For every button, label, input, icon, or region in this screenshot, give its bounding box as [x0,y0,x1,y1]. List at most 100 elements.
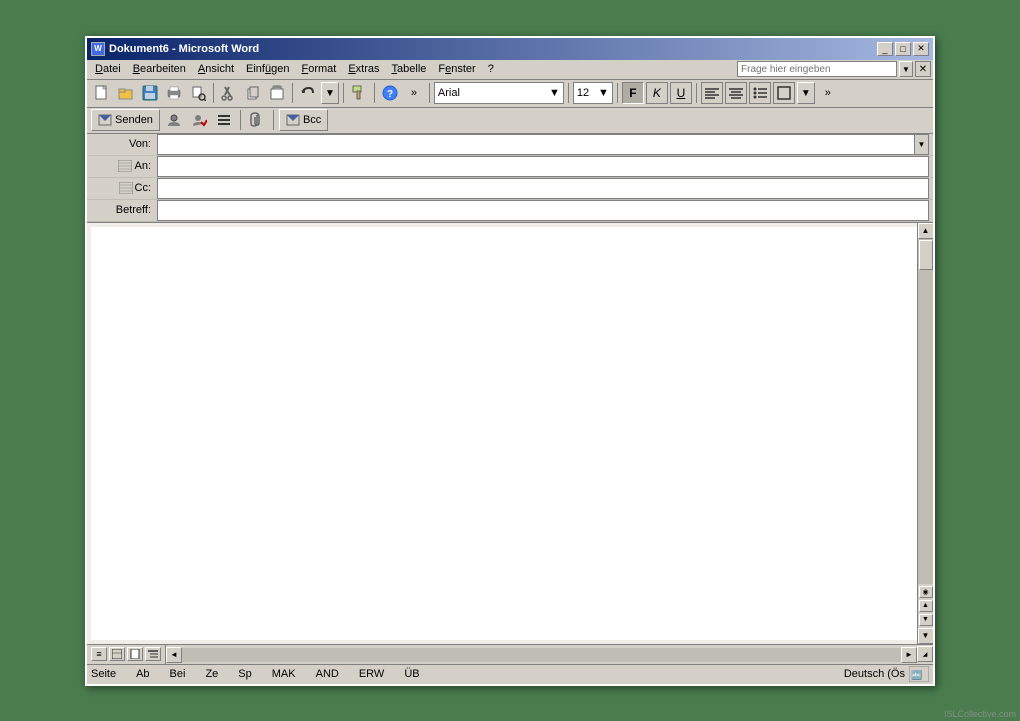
ab-label: Ab [136,668,149,680]
an-row: An: [87,156,933,178]
border-dropdown[interactable]: ▼ [797,82,815,104]
status-mak: MAK [272,668,296,680]
bcc-button[interactable]: Bcc [279,109,328,131]
von-label: Von: [87,138,157,150]
scroll-up-button[interactable]: ▲ [918,223,934,239]
web-view-button[interactable] [109,647,125,661]
menu-tabelle[interactable]: Tabelle [386,61,433,77]
open-button[interactable] [115,82,137,104]
outline-view-button[interactable] [145,647,161,661]
more-tools-button[interactable]: » [403,82,425,104]
border-button[interactable] [773,82,795,104]
view-controls: ≡ ◄ ► ◢ [87,644,933,664]
minimize-button[interactable]: _ [877,42,893,56]
undo-button[interactable] [297,82,319,104]
document-body[interactable] [91,227,917,640]
horizontal-scrollbar: ◄ ► [165,644,917,664]
and-label: AND [316,668,339,680]
status-ab: Ab [136,668,149,680]
new-document-button[interactable] [91,82,113,104]
separator-3 [343,83,344,103]
help-close-button[interactable]: ✕ [915,61,931,77]
separator-4 [374,83,375,103]
scroll-track-v [918,239,933,584]
von-dropdown[interactable]: ▼ [914,135,928,154]
language-icon: 🔤 [909,666,929,682]
separator-8 [696,83,697,103]
help-box: ▼ ✕ [737,61,931,77]
undo-dropdown[interactable]: ▼ [321,82,339,104]
an-input[interactable] [158,160,928,172]
paste-button[interactable] [266,82,288,104]
menu-bearbeiten[interactable]: Bearbeiten [127,61,192,77]
title-bar: W Dokument6 - Microsoft Word _ □ ✕ [87,38,933,60]
underline-button[interactable]: U [670,82,692,104]
window-title: Dokument6 - Microsoft Word [109,43,259,55]
menu-datei[interactable]: Datei [89,61,127,77]
bullets-button[interactable] [749,82,771,104]
email-toolbar: Senden Bcc [87,108,933,134]
scroll-track-h [182,648,901,662]
resize-button[interactable]: ◢ [917,646,933,662]
menu-einfuegen[interactable]: Einfügen [240,61,295,77]
scroll-left-button[interactable]: ◄ [166,647,182,663]
save-button[interactable] [139,82,161,104]
menu-fenster[interactable]: Fenster [432,61,481,77]
menu-format[interactable]: Format [295,61,342,77]
status-ub: ÜB [404,668,419,680]
send-button[interactable]: Senden [91,109,160,131]
separator-2 [292,83,293,103]
an-label: An: [87,160,157,172]
scroll-select-button[interactable]: ◉ [919,586,933,598]
restore-button[interactable]: □ [895,42,911,56]
an-icon [118,160,132,172]
word-help-button[interactable]: ? [379,82,401,104]
address-book-button[interactable] [163,109,185,131]
scroll-next-button[interactable]: ▼ [919,614,933,626]
close-button[interactable]: ✕ [913,42,929,56]
seite-label: Seite [91,668,116,680]
font-size-selector[interactable]: 12 ▼ [573,82,613,104]
von-input[interactable] [158,138,914,150]
menu-ansicht[interactable]: Ansicht [192,61,240,77]
scroll-prev-button[interactable]: ▲ [919,600,933,612]
help-input[interactable] [737,61,897,77]
menu-help[interactable]: ? [482,61,500,77]
attach-button[interactable] [246,109,268,131]
menu-extras[interactable]: Extras [342,61,385,77]
app-icon: W [91,42,105,56]
scroll-side-buttons: ◉ ▲ ▼ [919,584,933,628]
svg-text:?: ? [387,89,393,100]
ub-label: ÜB [404,668,419,680]
cc-input[interactable] [158,182,928,194]
scroll-thumb-v[interactable] [919,240,933,270]
separator-7 [617,83,618,103]
normal-view-button[interactable]: ≡ [91,647,107,661]
copy-button[interactable] [242,82,264,104]
print-preview-button[interactable] [187,82,209,104]
scroll-down-button[interactable]: ▼ [918,628,934,644]
bold-button[interactable]: F [622,82,644,104]
options-button[interactable] [213,109,235,131]
help-dropdown-button[interactable]: ▼ [899,61,913,77]
align-center-button[interactable] [725,82,747,104]
cc-icon [119,182,133,194]
print-view-button[interactable] [127,647,143,661]
align-left-button[interactable] [701,82,723,104]
vertical-scrollbar: ▲ ◉ ▲ ▼ ▼ [917,223,933,644]
content-area: ▲ ◉ ▲ ▼ ▼ [87,223,933,644]
check-names-button[interactable] [188,109,210,131]
status-and: AND [316,668,339,680]
betreff-input[interactable] [158,204,928,216]
toolbar-main: ▼ ? » Arial ▼ 12 ▼ F K U [87,80,933,108]
svg-text:🔤: 🔤 [911,669,922,680]
italic-button[interactable]: K [646,82,668,104]
font-selector[interactable]: Arial ▼ [434,82,564,104]
watermark: ISLCollective.com [944,709,1016,719]
more-format-button[interactable]: » [817,82,839,104]
cut-button[interactable] [218,82,240,104]
ze-label: Ze [205,668,218,680]
format-painter-button[interactable] [348,82,370,104]
print-button[interactable] [163,82,185,104]
scroll-right-button[interactable]: ► [901,647,917,663]
